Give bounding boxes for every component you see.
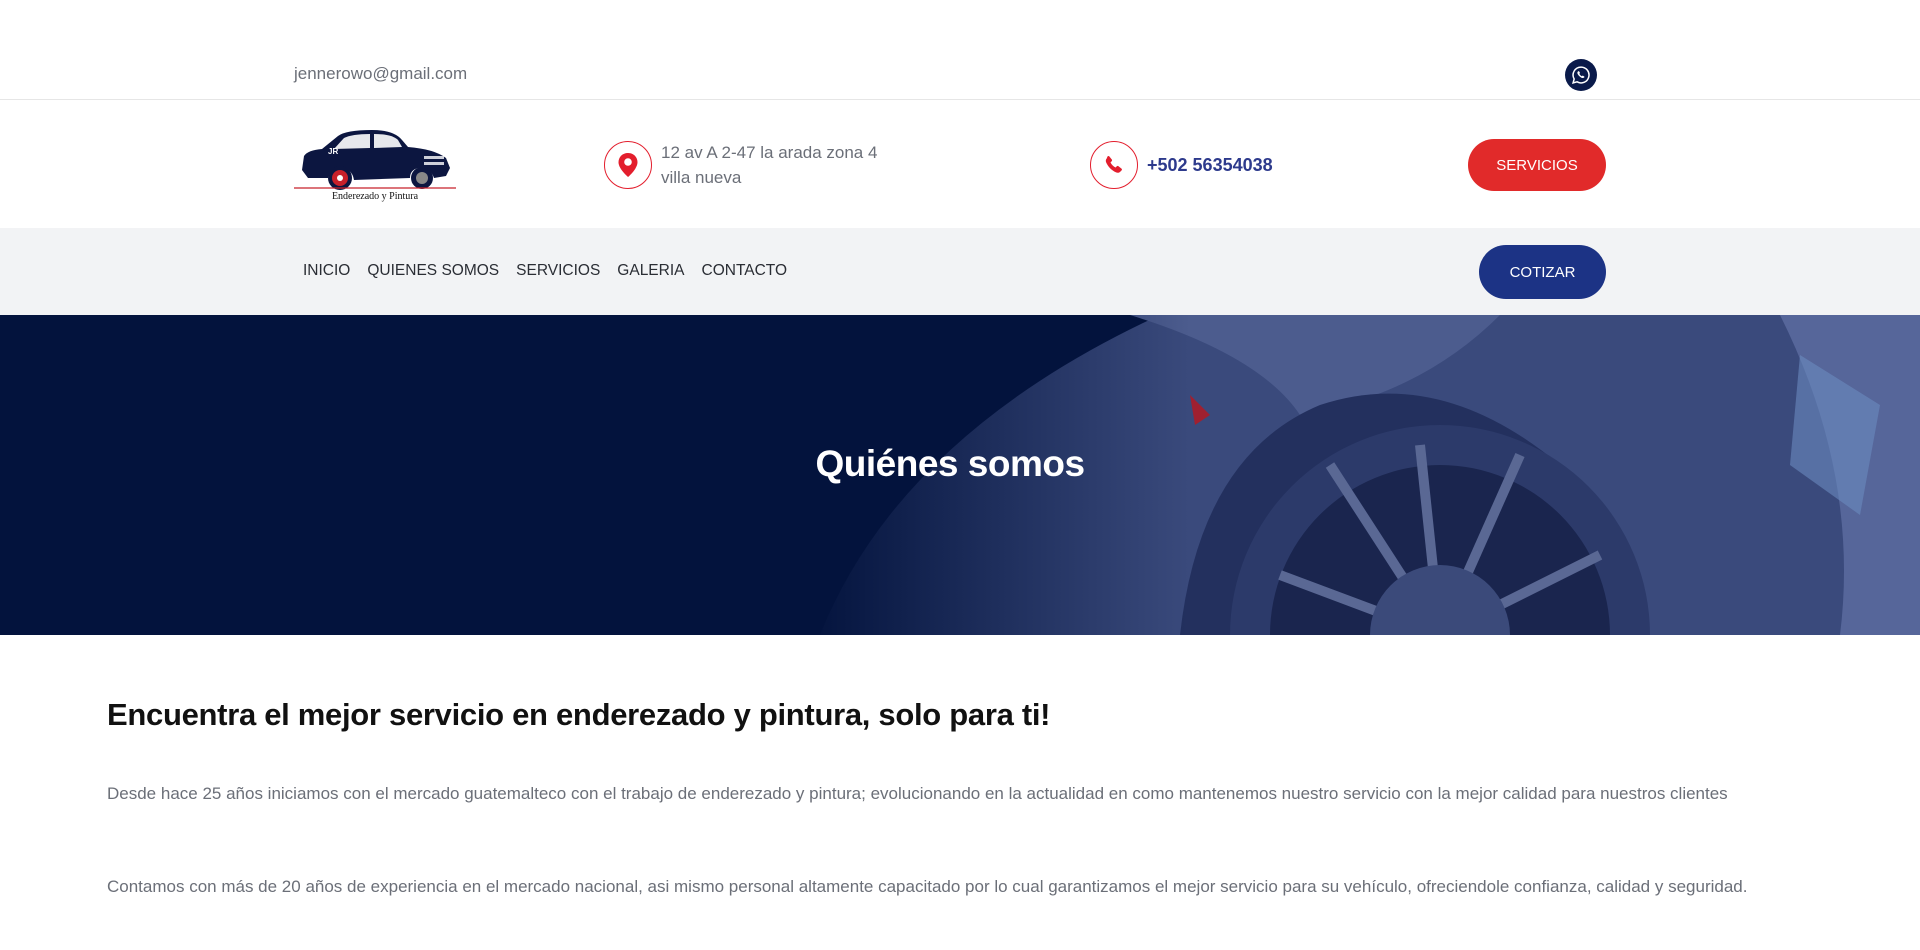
address-block: 12 av A 2-47 la arada zona 4 villa nueva bbox=[604, 140, 877, 190]
about-paragraph-1: Desde hace 25 años iniciamos con el merc… bbox=[107, 784, 1728, 803]
whatsapp-icon[interactable] bbox=[1565, 59, 1597, 91]
quote-button[interactable]: COTIZAR bbox=[1479, 245, 1606, 299]
section-heading: Encuentra el mejor servicio en enderezad… bbox=[107, 697, 1051, 732]
about-content: Encuentra el mejor servicio en enderezad… bbox=[107, 697, 1767, 733]
nav-item-contacto[interactable]: CONTACTO bbox=[702, 262, 788, 280]
hero-banner: Quiénes somos bbox=[0, 315, 1920, 635]
nav-item-quienes-somos[interactable]: QUIENES SOMOS bbox=[367, 262, 499, 280]
nav-item-inicio[interactable]: INICIO bbox=[303, 262, 350, 280]
top-bar: jennerowo@gmail.com bbox=[0, 0, 1920, 100]
phone-number[interactable]: +502 56354038 bbox=[1147, 155, 1273, 176]
about-paragraph-2: Contamos con más de 20 años de experienc… bbox=[107, 877, 1748, 896]
svg-text:Enderezado y Pintura: Enderezado y Pintura bbox=[332, 191, 419, 202]
page-title: Quiénes somos bbox=[815, 443, 1085, 484]
svg-text:JR: JR bbox=[328, 147, 338, 156]
contact-email[interactable]: jennerowo@gmail.com bbox=[294, 64, 467, 84]
services-button[interactable]: SERVICIOS bbox=[1468, 139, 1606, 191]
company-logo[interactable]: JR Enderezado y Pintura bbox=[294, 122, 456, 202]
location-pin-icon bbox=[604, 141, 652, 189]
phone-block: +502 56354038 bbox=[1090, 141, 1273, 189]
header bbox=[0, 100, 1920, 228]
address-line-1: 12 av A 2-47 la arada zona 4 bbox=[661, 143, 878, 162]
phone-icon bbox=[1090, 141, 1138, 189]
nav-item-galeria[interactable]: GALERIA bbox=[617, 262, 684, 280]
address-line-2: villa nueva bbox=[661, 168, 742, 187]
nav-item-servicios[interactable]: SERVICIOS bbox=[516, 262, 600, 280]
main-nav: INICIO QUIENES SOMOS SERVICIOS GALERIA C… bbox=[0, 228, 1920, 315]
